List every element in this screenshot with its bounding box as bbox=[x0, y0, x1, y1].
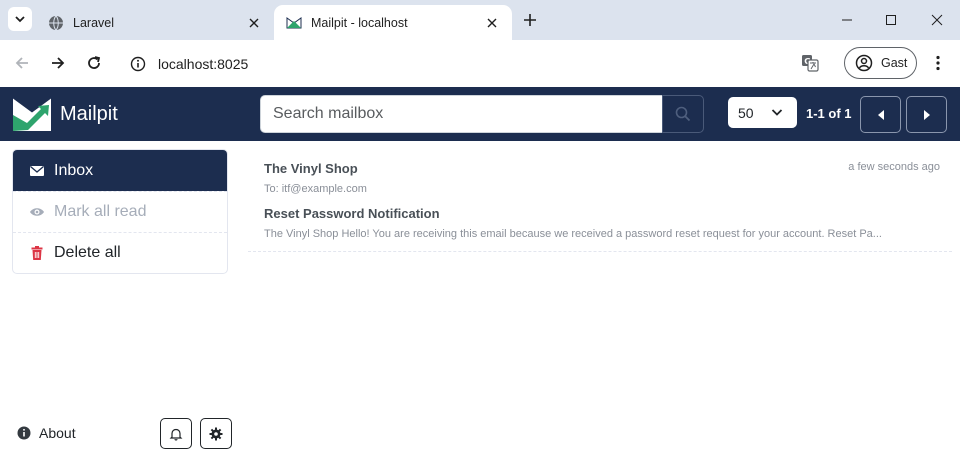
bell-icon bbox=[169, 428, 183, 441]
message-row[interactable]: Reset Password Notification The Vinyl Sh… bbox=[248, 197, 952, 251]
envelope-icon bbox=[29, 163, 45, 179]
app-header: Mailpit 50 1-1 of 1 bbox=[0, 87, 960, 141]
search-form bbox=[260, 95, 704, 133]
maximize-icon bbox=[886, 15, 896, 25]
forward-button[interactable] bbox=[46, 51, 70, 75]
per-page-value: 50 bbox=[738, 104, 754, 121]
globe-icon bbox=[49, 15, 63, 30]
maximize-button[interactable] bbox=[881, 10, 901, 30]
mailpit-logo-icon bbox=[12, 95, 52, 131]
window-close-button[interactable] bbox=[927, 10, 947, 30]
caret-right-icon bbox=[923, 109, 930, 120]
chevron-down-icon bbox=[771, 106, 783, 118]
sidebar-menu: Inbox Mark all read Delete all bbox=[12, 149, 228, 274]
message-time: a few seconds ago bbox=[848, 161, 940, 173]
new-tab-button[interactable] bbox=[520, 10, 540, 30]
per-page-select[interactable]: 50 bbox=[728, 97, 797, 128]
message-to: To: itf@example.com bbox=[264, 183, 367, 195]
arrow-left-icon bbox=[15, 57, 28, 69]
message-snippet: The Vinyl Shop Hello! You are receiving … bbox=[264, 228, 882, 240]
next-page-button[interactable] bbox=[906, 96, 947, 133]
sidebar-item-label: Mark all read bbox=[54, 203, 147, 220]
profile-button[interactable]: Gast bbox=[844, 47, 917, 79]
close-icon bbox=[931, 14, 943, 26]
profile-label: Gast bbox=[881, 56, 908, 70]
tab-close-icon[interactable] bbox=[484, 15, 500, 31]
app-name: Mailpit bbox=[60, 102, 118, 125]
brand-link[interactable]: Mailpit bbox=[11, 93, 118, 135]
tab-title: Laravel bbox=[73, 15, 114, 30]
plus-icon bbox=[524, 14, 536, 26]
about-label: About bbox=[39, 425, 76, 441]
address-bar[interactable]: localhost:8025 bbox=[120, 46, 828, 81]
mailpit-logo-icon bbox=[286, 16, 302, 28]
search-input[interactable] bbox=[260, 95, 662, 133]
sidebar-item-label: Inbox bbox=[54, 161, 94, 179]
message-subject: Reset Password Notification bbox=[264, 206, 440, 221]
reload-button[interactable] bbox=[82, 51, 106, 75]
tab-laravel[interactable]: Laravel bbox=[36, 5, 274, 40]
chevron-down-icon bbox=[15, 16, 25, 23]
arrow-right-icon bbox=[52, 57, 65, 69]
about-link[interactable]: About bbox=[17, 425, 76, 441]
translate-button[interactable]: G bbox=[798, 51, 822, 75]
search-icon bbox=[675, 106, 691, 122]
address-url: localhost:8025 bbox=[158, 55, 249, 72]
account-icon bbox=[855, 54, 873, 72]
eye-icon bbox=[29, 204, 45, 220]
browser-menu-button[interactable] bbox=[926, 51, 950, 75]
minimize-button[interactable] bbox=[837, 10, 857, 30]
sidebar-item-delete-all[interactable]: Delete all bbox=[13, 232, 227, 273]
search-button[interactable] bbox=[662, 95, 704, 133]
message-from: The Vinyl Shop bbox=[264, 161, 358, 176]
translate-icon: G bbox=[802, 55, 819, 72]
browser-toolbar: localhost:8025 G Gast bbox=[0, 40, 960, 87]
sidebar-item-label: Delete all bbox=[54, 244, 121, 261]
settings-button[interactable] bbox=[200, 418, 232, 449]
message-row[interactable]: The Vinyl Shop To: itf@example.com a few… bbox=[248, 150, 952, 197]
tab-mailpit[interactable]: Mailpit - localhost bbox=[274, 5, 512, 40]
info-circle-icon bbox=[17, 426, 31, 440]
reload-icon bbox=[88, 56, 101, 69]
minimize-icon bbox=[842, 19, 852, 21]
back-button[interactable] bbox=[10, 51, 34, 75]
browser-tab-bar: Laravel Mailpit - localhost bbox=[0, 0, 960, 40]
tab-search-button[interactable] bbox=[8, 7, 32, 31]
caret-left-icon bbox=[877, 109, 884, 120]
previous-page-button[interactable] bbox=[860, 96, 901, 133]
sidebar-item-mark-all-read[interactable]: Mark all read bbox=[13, 191, 227, 232]
pagination-count: 1-1 of 1 bbox=[806, 106, 852, 121]
more-vertical-icon bbox=[936, 55, 940, 71]
site-info-icon[interactable] bbox=[130, 56, 146, 72]
trash-icon bbox=[29, 245, 45, 261]
notifications-button[interactable] bbox=[160, 418, 192, 449]
message-list: The Vinyl Shop To: itf@example.com a few… bbox=[248, 150, 952, 252]
gear-icon bbox=[209, 427, 223, 440]
sidebar-item-inbox[interactable]: Inbox bbox=[13, 150, 227, 191]
tab-title: Mailpit - localhost bbox=[311, 15, 408, 30]
tab-close-icon[interactable] bbox=[246, 15, 262, 31]
